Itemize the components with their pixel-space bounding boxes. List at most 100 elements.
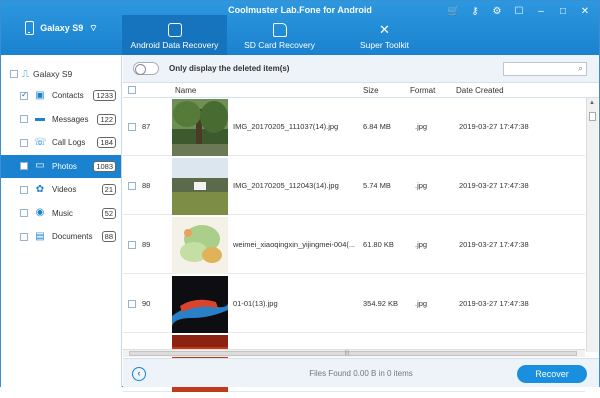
count-badge: 122	[97, 113, 116, 125]
row-size: 61.80 KB	[363, 240, 394, 249]
tab-label: SD Card Recovery	[244, 40, 315, 50]
usb-icon: ⎍	[22, 68, 29, 80]
window-controls: 🛒 ⚷ ⚙ ☐ – □ ✕	[447, 6, 591, 17]
row-index: 89	[142, 240, 151, 249]
row-date: 2019-03-27 17:47:38	[459, 299, 529, 308]
count-badge: 88	[101, 231, 116, 243]
row-checkbox[interactable]	[128, 300, 136, 308]
database-icon	[167, 23, 182, 37]
table-row[interactable]: 89 weimei_xiaoqingxin_yijingmei-004(... …	[123, 216, 585, 274]
documents-checkbox[interactable]	[20, 232, 28, 241]
row-index: 90	[142, 299, 151, 308]
videos-icon: ✿	[35, 183, 45, 195]
sidebar-item-label: Contacts	[52, 91, 84, 101]
photos-icon: ▭	[35, 160, 45, 172]
toolkit-icon: ✕	[379, 22, 390, 37]
documents-icon: ▤	[35, 230, 45, 242]
row-name: 01-01(13).jpg	[233, 299, 278, 308]
tab-android-data-recovery[interactable]: Android Data Recovery	[122, 15, 227, 55]
tab-sd-card-recovery[interactable]: SD Card Recovery	[227, 15, 332, 55]
column-format[interactable]: Format	[410, 86, 435, 95]
scroll-up-icon[interactable]: ▲	[589, 100, 595, 106]
filter-bar: Only display the deleted item(s) ⌕	[123, 55, 599, 83]
photo-thumbnail	[172, 158, 228, 215]
row-format: .jpg	[415, 181, 428, 190]
row-size: 6.84 MB	[363, 122, 391, 131]
table-row[interactable]: 87 IMG_20170205_111037(14).jpg 6.84 MB .…	[123, 98, 585, 156]
count-badge: 52	[101, 207, 116, 219]
horizontal-scrollbar[interactable]: |||	[123, 349, 585, 357]
search-input[interactable]: ⌕	[503, 62, 587, 76]
row-checkbox[interactable]	[128, 182, 136, 190]
select-all-checkbox[interactable]	[128, 86, 136, 94]
close-icon[interactable]: ✕	[579, 6, 591, 17]
sidebar-root[interactable]: ⎍ Galaxy S9	[1, 64, 121, 84]
row-index: 88	[142, 181, 151, 190]
table-row[interactable]: 88 IMG_20170205_112043(14).jpg 5.74 MB .…	[123, 157, 585, 215]
count-badge: 1083	[93, 160, 116, 172]
column-date-created[interactable]: Date Created	[456, 86, 504, 95]
scroll-thumb[interactable]	[129, 351, 577, 356]
tab-bar: Android Data Recovery SD Card Recovery ✕…	[122, 15, 437, 55]
table-header: Name Size Format Date Created	[123, 83, 599, 98]
tab-label: Super Toolkit	[360, 40, 409, 50]
column-name[interactable]: Name	[175, 86, 196, 95]
tab-label: Android Data Recovery	[130, 40, 219, 50]
count-badge: 21	[101, 184, 116, 196]
row-name: weimei_xiaoqingxin_yijingmei-004(...	[233, 240, 356, 249]
recover-button[interactable]: Recover	[517, 365, 587, 383]
deleted-only-toggle[interactable]	[133, 62, 159, 75]
messages-icon: ▬	[35, 113, 45, 125]
deleted-only-label: Only display the deleted item(s)	[169, 64, 290, 73]
row-checkbox[interactable]	[128, 123, 136, 131]
table-row[interactable]: 90 01-01(13).jpg 354.92 KB .jpg 2019-03-…	[123, 275, 585, 333]
contacts-checkbox[interactable]	[20, 90, 28, 100]
row-size: 354.92 KB	[363, 299, 399, 308]
sidebar: ⎍ Galaxy S9 ▣ Contacts 1233 ▬ Messages 1…	[1, 55, 122, 387]
sidebar-item-label: Videos	[52, 185, 77, 195]
sidebar-root-label: Galaxy S9	[33, 69, 73, 79]
messages-checkbox[interactable]	[20, 115, 28, 124]
music-checkbox[interactable]	[20, 209, 28, 218]
sidebar-item-contacts[interactable]: ▣ Contacts 1233	[1, 84, 121, 108]
sd-card-icon	[272, 23, 287, 37]
sidebar-item-label: Documents	[52, 232, 93, 242]
sidebar-item-label: Photos	[52, 161, 77, 171]
grip-icon: |||	[345, 350, 349, 356]
cart-icon[interactable]: 🛒	[447, 6, 459, 17]
maximize-icon[interactable]: □	[557, 6, 569, 17]
sidebar-item-label: Call Logs	[52, 138, 86, 148]
app-window: Galaxy S9 ⌔ Coolmuster Lab.Fone for Andr…	[0, 0, 600, 392]
videos-checkbox[interactable]	[20, 185, 28, 194]
minimize-icon[interactable]: –	[535, 6, 547, 17]
sidebar-item-videos[interactable]: ✿ Videos 21	[1, 178, 121, 202]
phone-icon	[25, 21, 35, 35]
key-icon[interactable]: ⚷	[469, 6, 481, 17]
photo-thumbnail	[172, 99, 228, 156]
settings-icon[interactable]: ⚙	[491, 6, 503, 17]
tab-super-toolkit[interactable]: ✕ Super Toolkit	[332, 15, 437, 55]
row-format: .jpg	[415, 299, 428, 308]
vertical-scrollbar[interactable]: ▲	[586, 98, 598, 352]
sidebar-item-photos[interactable]: ▭ Photos 1083	[1, 154, 121, 178]
row-checkbox[interactable]	[128, 241, 136, 249]
sidebar-item-music[interactable]: ◉ Music 52	[1, 202, 121, 226]
sidebar-item-call-logs[interactable]: ☏ Call Logs 184	[1, 131, 121, 155]
sidebar-item-messages[interactable]: ▬ Messages 122	[1, 108, 121, 132]
sidebar-item-label: Music	[52, 208, 73, 218]
row-format: .jpg	[415, 122, 428, 131]
row-date: 2019-03-27 17:47:38	[459, 240, 529, 249]
scroll-thumb[interactable]	[589, 112, 596, 121]
photo-thumbnail	[172, 276, 228, 333]
call-logs-checkbox[interactable]	[20, 138, 28, 147]
root-checkbox[interactable]	[10, 70, 18, 78]
row-name: IMG_20170205_112043(14).jpg	[233, 181, 339, 190]
wifi-icon: ⌔	[89, 22, 98, 33]
feedback-icon[interactable]: ☐	[513, 6, 525, 17]
search-icon[interactable]: ⌕	[578, 63, 583, 74]
photos-checkbox[interactable]	[20, 162, 28, 171]
column-size[interactable]: Size	[363, 86, 379, 95]
row-index: 87	[142, 122, 151, 131]
sidebar-item-documents[interactable]: ▤ Documents 88	[1, 225, 121, 249]
row-date: 2019-03-27 17:47:38	[459, 122, 529, 131]
